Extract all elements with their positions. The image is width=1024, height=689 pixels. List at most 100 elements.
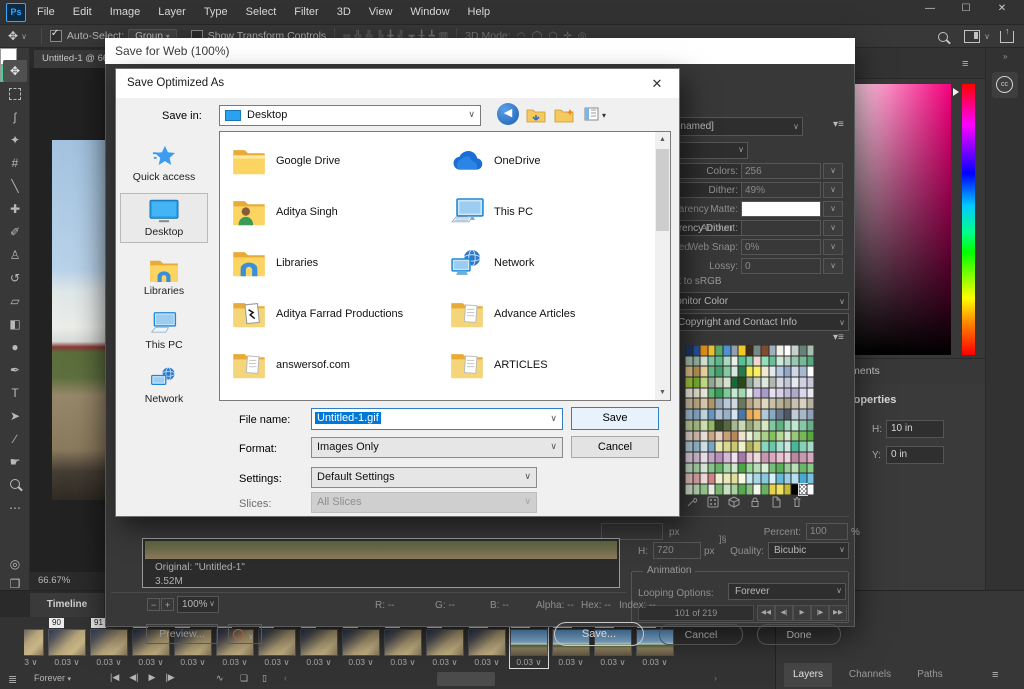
color-swatch[interactable]	[723, 452, 731, 463]
anim-last-button[interactable]: ▶▶	[829, 605, 847, 621]
color-swatch[interactable]	[791, 356, 799, 367]
color-swatch[interactable]	[715, 356, 723, 367]
color-swatch[interactable]	[685, 431, 693, 442]
color-swatch[interactable]	[738, 473, 746, 484]
type-tool-icon[interactable]: T	[3, 382, 27, 404]
scroll-up-icon[interactable]: ▲	[655, 132, 670, 147]
anim-first-button[interactable]: ◀◀	[757, 605, 775, 621]
color-swatch[interactable]	[723, 484, 731, 495]
color-swatch[interactable]	[746, 356, 754, 367]
auto-select-checkbox[interactable]	[50, 30, 62, 42]
color-swatch[interactable]	[791, 431, 799, 442]
frame-duration[interactable]: 0.03 ∨	[384, 657, 422, 668]
color-swatch[interactable]	[723, 431, 731, 442]
browser-preview-icon[interactable]: ∨	[228, 624, 262, 644]
color-swatch[interactable]	[761, 484, 769, 495]
tab-layers[interactable]: Layers	[784, 663, 832, 687]
color-swatch[interactable]	[769, 441, 777, 452]
color-swatch[interactable]	[784, 441, 792, 452]
color-swatch[interactable]	[753, 409, 761, 420]
color-swatch[interactable]	[685, 366, 693, 377]
frame-duration[interactable]: 0.03 ∨	[24, 657, 44, 668]
frame-duration[interactable]: 0.03 ∨	[594, 657, 632, 668]
color-swatch[interactable]	[791, 463, 799, 474]
file-item-articles[interactable]: ARTICLES	[450, 348, 548, 382]
menu-layer[interactable]: Layer	[149, 1, 195, 23]
new-folder-icon[interactable]	[554, 107, 576, 123]
color-swatch[interactable]	[731, 473, 739, 484]
workspace-icon[interactable]	[964, 30, 980, 43]
color-swatch[interactable]	[753, 366, 761, 377]
color-swatch[interactable]	[784, 345, 792, 356]
color-swatch[interactable]	[685, 388, 693, 399]
color-swatch[interactable]	[769, 473, 777, 484]
color-swatch[interactable]	[791, 398, 799, 409]
color-swatch[interactable]	[799, 356, 807, 367]
color-swatch[interactable]	[715, 441, 723, 452]
zoom-level-dropdown[interactable]: 100%∨	[177, 596, 219, 613]
dither-chevron[interactable]: ∨	[823, 182, 843, 198]
color-swatch[interactable]	[761, 452, 769, 463]
anim-play-button[interactable]: ▶	[793, 605, 811, 621]
save-button[interactable]: Save	[571, 407, 659, 430]
color-swatch[interactable]	[700, 473, 708, 484]
color-swatch[interactable]	[715, 345, 723, 356]
lossy-value[interactable]: 0	[741, 258, 821, 274]
color-swatch[interactable]	[708, 420, 716, 431]
color-swatch[interactable]	[738, 441, 746, 452]
frame-duration[interactable]: 0.03 ∨	[426, 657, 464, 668]
color-swatch[interactable]	[715, 398, 723, 409]
color-swatch[interactable]	[693, 431, 701, 442]
looping-options-dropdown[interactable]: Forever∨	[728, 583, 846, 600]
color-swatch[interactable]	[753, 388, 761, 399]
sidebar-item-network[interactable]: Network	[120, 361, 208, 409]
file-item-google-drive[interactable]: Google Drive	[232, 144, 340, 178]
crop-tool-icon[interactable]: #	[3, 152, 27, 174]
frame-duration[interactable]: 0.03 ∨	[174, 657, 212, 668]
move-tool-icon[interactable]: ✥	[3, 60, 27, 82]
timeline-frame-89[interactable]: 890.03 ∨	[24, 618, 44, 668]
color-swatch[interactable]	[784, 463, 792, 474]
duplicate-frame-icon[interactable]: ❏	[240, 673, 248, 684]
color-swatch[interactable]	[791, 452, 799, 463]
frame-duration[interactable]: 0.03 ∨	[300, 657, 338, 668]
color-swatch[interactable]	[769, 366, 777, 377]
color-swatch[interactable]	[807, 356, 815, 367]
color-swatch[interactable]	[731, 366, 739, 377]
color-swatch[interactable]	[693, 388, 701, 399]
menu-edit[interactable]: Edit	[64, 1, 101, 23]
move-tool-icon[interactable]: ✥	[8, 29, 18, 43]
color-swatch[interactable]	[708, 484, 716, 495]
healing-brush-tool-icon[interactable]: ✚	[3, 198, 27, 220]
color-swatch[interactable]	[693, 441, 701, 452]
tl-play-button[interactable]: ▶	[149, 672, 156, 683]
anim-next-button[interactable]: |▶	[811, 605, 829, 621]
lossy-chevron[interactable]: ∨	[823, 258, 843, 274]
color-swatch[interactable]	[807, 431, 815, 442]
color-swatch[interactable]	[769, 377, 777, 388]
color-swatch[interactable]	[693, 356, 701, 367]
blur-tool-icon[interactable]: ●	[3, 336, 27, 358]
color-swatch[interactable]	[761, 431, 769, 442]
color-swatch[interactable]	[738, 377, 746, 388]
color-swatch[interactable]	[799, 484, 807, 495]
color-swatch[interactable]	[738, 431, 746, 442]
color-swatch[interactable]	[708, 431, 716, 442]
save-in-dropdown[interactable]: Desktop ∨	[219, 105, 481, 126]
close-button[interactable]: ✕	[984, 0, 1020, 18]
views-menu-icon[interactable]	[584, 107, 600, 122]
sfw-cancel-button[interactable]: Cancel	[659, 624, 743, 645]
sidebar-item-desktop[interactable]: Desktop	[120, 193, 208, 243]
color-swatch[interactable]	[761, 409, 769, 420]
color-swatch[interactable]	[708, 441, 716, 452]
file-name-input[interactable]: Untitled-1.gif ∨	[311, 408, 563, 430]
color-swatch[interactable]	[784, 484, 792, 495]
color-swatch[interactable]	[807, 441, 815, 452]
color-swatch[interactable]	[769, 356, 777, 367]
timeline-options-icon[interactable]: ≣	[8, 673, 17, 686]
color-swatch[interactable]	[776, 452, 784, 463]
color-swatch[interactable]	[693, 463, 701, 474]
menu-filter[interactable]: Filter	[285, 1, 327, 23]
color-swatch[interactable]	[799, 398, 807, 409]
color-table-cube-icon[interactable]	[728, 496, 740, 508]
